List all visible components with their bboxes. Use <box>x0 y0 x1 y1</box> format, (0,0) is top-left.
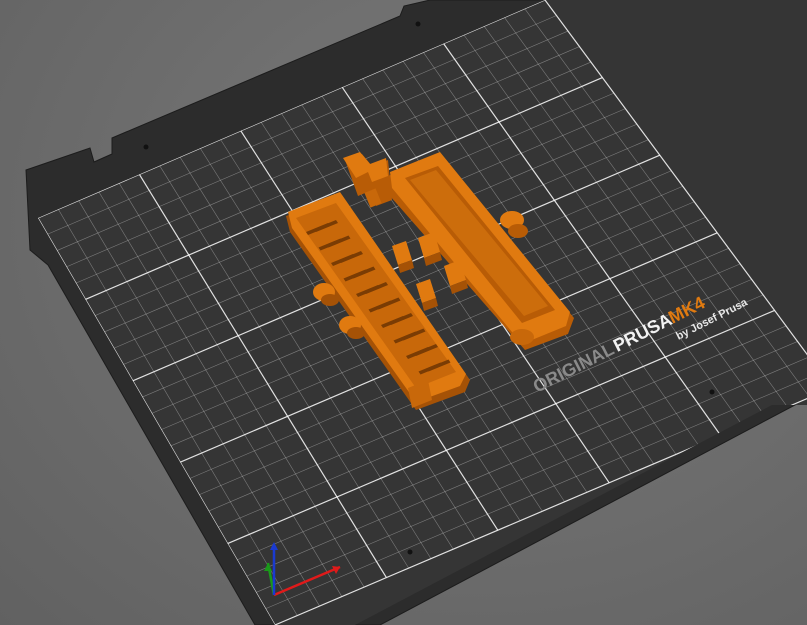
print-bed-scene[interactable]: ORIGINAL PRUSA MK4 by Josef Prusa <box>0 0 807 625</box>
3d-viewport[interactable]: ORIGINAL PRUSA MK4 by Josef Prusa <box>0 0 807 625</box>
bed-screw-hole <box>143 144 149 150</box>
bed-screw-hole <box>709 389 715 395</box>
bed-screw-hole <box>415 21 421 27</box>
bed-screw-hole <box>407 549 413 555</box>
